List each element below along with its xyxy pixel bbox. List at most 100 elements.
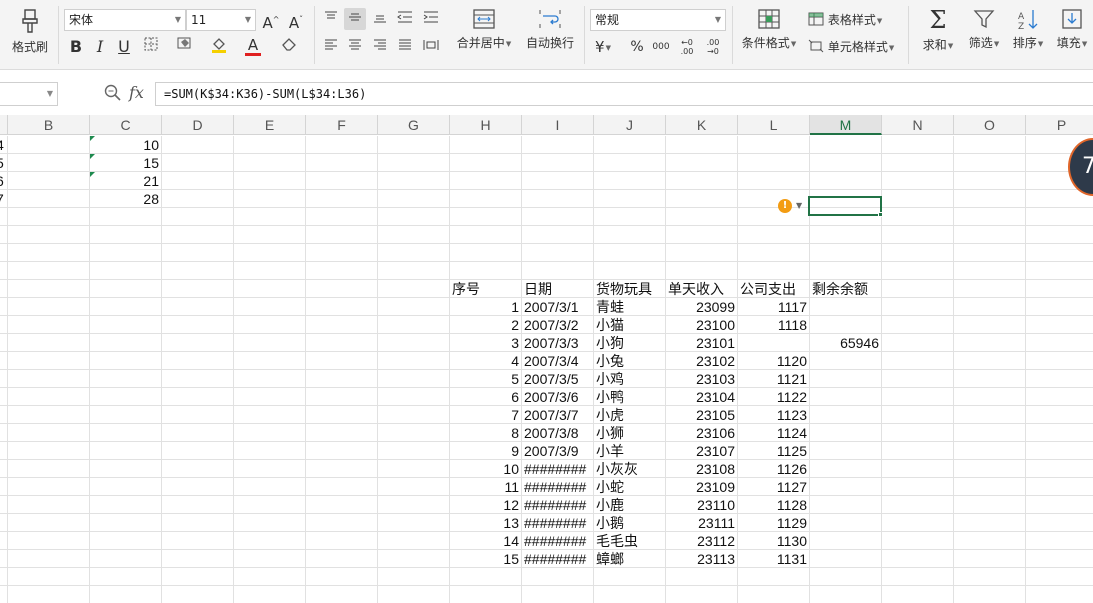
cell-c[interactable]: 28 [90,190,161,208]
sort-button[interactable]: AZ 排序▼ [1008,6,1048,62]
cell-partial[interactable]: 5 [0,154,4,172]
table-cell[interactable]: 23106 [666,424,737,442]
table-cell[interactable]: 小羊 [594,442,665,460]
table-cell[interactable]: 小鸭 [594,388,665,406]
align-bottom-icon[interactable] [369,8,391,30]
wrap-text-button[interactable]: 自动换行 [522,6,578,62]
table-cell[interactable]: 1121 [738,370,809,388]
table-cell[interactable]: 15 [450,550,521,568]
table-cell[interactable]: 小兔 [594,352,665,370]
sum-button[interactable]: Σ 求和▼ [918,6,958,62]
table-cell[interactable]: 2007/3/9 [522,442,593,460]
table-cell[interactable]: 小虎 [594,406,665,424]
distributed-align-icon[interactable] [420,36,442,58]
error-warning-icon[interactable]: ! [778,199,792,213]
increase-decimal-icon[interactable]: ←0.00 [676,36,698,58]
table-cell[interactable]: 小猫 [594,316,665,334]
column-header-g[interactable]: G [378,115,450,135]
insert-function-button[interactable]: fx [129,83,144,102]
table-cell[interactable]: ######## [522,478,593,496]
underline-icon[interactable]: U [113,36,135,58]
table-cell[interactable]: 1122 [738,388,809,406]
table-cell[interactable]: 23099 [666,298,737,316]
table-cell[interactable]: 1126 [738,460,809,478]
cell-partial[interactable]: 7 [0,190,4,208]
table-cell[interactable]: 23104 [666,388,737,406]
increase-font-icon[interactable]: A^ [260,9,282,32]
table-cell[interactable]: 2007/3/8 [522,424,593,442]
table-cell[interactable]: 23102 [666,352,737,370]
table-cell[interactable]: 23105 [666,406,737,424]
cell-fill-icon[interactable] [174,36,196,58]
table-cell[interactable]: 1 [450,298,521,316]
table-cell[interactable]: 6 [450,388,521,406]
table-header-cell[interactable]: 剩余余额 [810,280,881,298]
selected-cell-outline[interactable] [808,196,882,216]
fill-handle[interactable] [878,212,883,217]
table-cell[interactable]: 23107 [666,442,737,460]
column-header-m[interactable]: M [810,115,882,135]
table-cell[interactable]: 1127 [738,478,809,496]
column-header-p[interactable]: P [1026,115,1093,135]
table-cell[interactable]: 8 [450,424,521,442]
table-cell[interactable]: 2007/3/2 [522,316,593,334]
table-header-cell[interactable]: 货物玩具 [594,280,665,298]
align-top-icon[interactable] [320,8,342,30]
align-center-icon[interactable] [344,36,366,58]
table-cell[interactable]: 2007/3/4 [522,352,593,370]
number-format-select[interactable]: 常规 ▼ [590,9,726,31]
table-cell[interactable]: 2007/3/1 [522,298,593,316]
currency-icon[interactable]: ¥▼ [592,36,614,58]
table-cell[interactable]: ######## [522,496,593,514]
column-header-partial[interactable] [0,115,8,135]
table-cell[interactable]: 11 [450,478,521,496]
decrease-decimal-icon[interactable]: .00 →0 [702,36,724,58]
justify-icon[interactable] [394,36,416,58]
column-header-o[interactable]: O [954,115,1026,135]
table-cell[interactable]: 23109 [666,478,737,496]
table-cell[interactable]: 23113 [666,550,737,568]
table-cell[interactable]: 2007/3/3 [522,334,593,352]
thousands-separator-icon[interactable]: 000 [650,36,672,58]
table-cell[interactable]: 小灰灰 [594,460,665,478]
table-cell[interactable]: 3 [450,334,521,352]
decrease-font-icon[interactable]: Aˇ [285,9,307,32]
increase-indent-icon[interactable] [420,8,442,30]
column-header-h[interactable]: H [450,115,522,135]
table-cell[interactable]: 2 [450,316,521,334]
table-style-button[interactable]: 表格样式▼ [808,9,882,31]
decrease-indent-icon[interactable] [394,8,416,30]
table-header-cell[interactable]: 公司支出 [738,280,809,298]
table-cell[interactable]: 1124 [738,424,809,442]
column-header-f[interactable]: F [306,115,378,135]
table-cell[interactable]: 23110 [666,496,737,514]
table-cell[interactable]: 1117 [738,298,809,316]
table-cell[interactable]: ######## [522,532,593,550]
table-cell[interactable]: 13 [450,514,521,532]
table-cell[interactable]: 青蛙 [594,298,665,316]
table-cell[interactable]: 23103 [666,370,737,388]
table-cell[interactable]: 14 [450,532,521,550]
table-cell[interactable]: 小狮 [594,424,665,442]
column-header-l[interactable]: L [738,115,810,135]
table-cell[interactable]: ######## [522,460,593,478]
column-header-e[interactable]: E [234,115,306,135]
table-cell[interactable]: 小鹿 [594,496,665,514]
table-cell[interactable]: 5 [450,370,521,388]
table-header-cell[interactable]: 单天收入 [666,280,737,298]
border-icon[interactable] [140,36,162,58]
table-cell[interactable]: 1131 [738,550,809,568]
table-cell[interactable]: 1129 [738,514,809,532]
conditional-format-button[interactable]: 条件格式▼ [738,6,800,62]
cell-partial[interactable]: 6 [0,172,4,190]
table-cell[interactable]: 1118 [738,316,809,334]
table-cell[interactable]: 4 [450,352,521,370]
zoom-icon[interactable] [104,84,122,102]
table-header-cell[interactable]: 序号 [450,280,521,298]
table-cell[interactable]: ######## [522,550,593,568]
align-right-icon[interactable] [369,36,391,58]
column-header-c[interactable]: C [90,115,162,135]
table-cell[interactable]: 2007/3/7 [522,406,593,424]
table-cell[interactable]: 10 [450,460,521,478]
table-cell[interactable]: 23101 [666,334,737,352]
